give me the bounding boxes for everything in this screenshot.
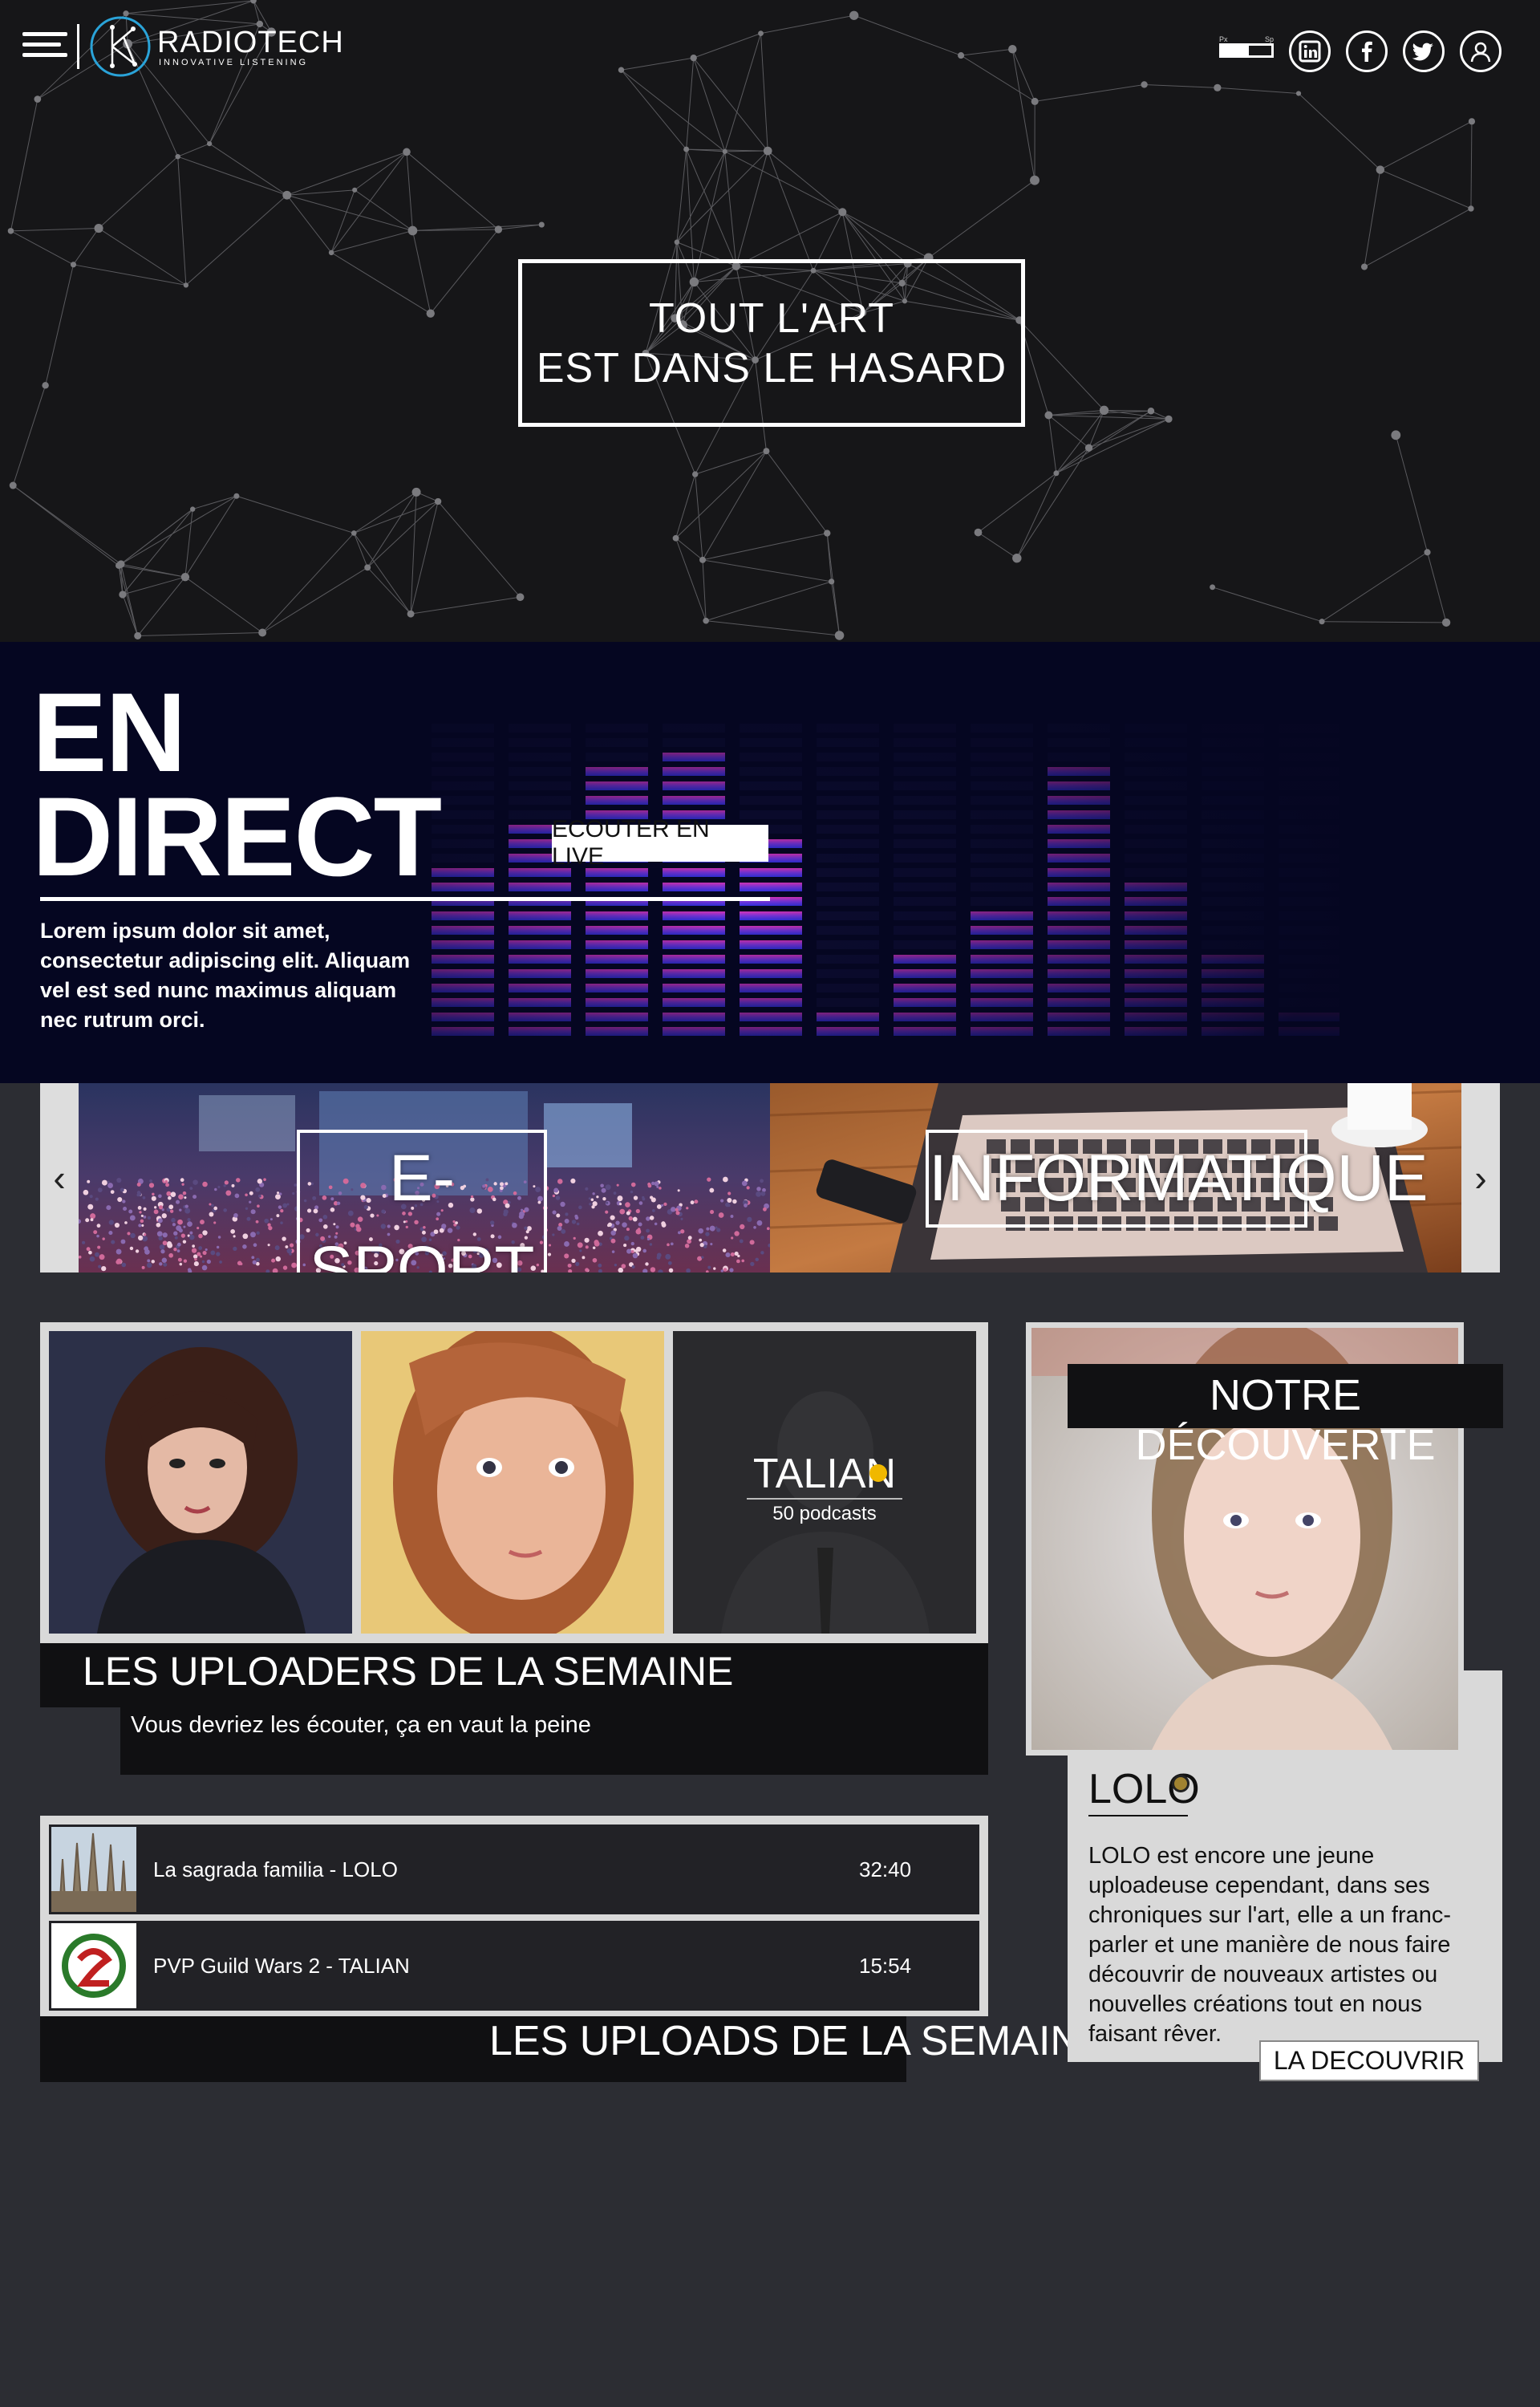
top-bar: RADIOTECH INNOVATIVE LISTENING Px Sp xyxy=(0,0,1540,96)
uploaders-subtitle: Vous devriez les écouter, ça en vaut la … xyxy=(131,1712,591,1738)
live-section: EN DIRECT ECOUTER EN LIVE Lorem ipsum do… xyxy=(0,642,1540,1083)
uploads-title: LES UPLOADS DE LA SEMAINE xyxy=(489,2018,1108,2064)
category-carousel: ‹ E-SPORT INFORMATIQUE › xyxy=(40,1083,1500,1273)
status-dot-icon xyxy=(869,1464,887,1482)
chevron-left-icon[interactable]: ‹ xyxy=(40,1083,79,1273)
volume-low-label: Px xyxy=(1219,35,1228,43)
uploader-photo-2[interactable] xyxy=(361,1331,664,1634)
discover-button[interactable]: LA DECOUVRIR xyxy=(1259,2040,1479,2081)
hero-slogan-line2: EST DANS LE HASARD xyxy=(536,344,1007,392)
category-esport[interactable]: E-SPORT xyxy=(79,1083,770,1273)
discovery-description: LOLO est encore une jeune uploadeuse cep… xyxy=(1088,1843,1452,2047)
hero-slogan-box: TOUT L'ART EST DANS LE HASARD xyxy=(518,259,1025,427)
upload-title: PVP Guild Wars 2 - TALIAN xyxy=(153,1953,410,1978)
list-item[interactable]: La sagrada familia - LOLO 32:40 xyxy=(49,1825,979,1914)
menu-divider xyxy=(77,24,79,69)
volume-track[interactable] xyxy=(1219,43,1274,58)
featured-uploader-count: 50 podcasts xyxy=(772,1503,877,1524)
category-informatique[interactable]: INFORMATIQUE xyxy=(770,1083,1461,1273)
hero-slogan-line1: TOUT L'ART xyxy=(648,294,894,342)
uploads-list: La sagrada familia - LOLO 32:40 PVP Guil… xyxy=(40,1816,988,2016)
upload-duration: 15:54 xyxy=(859,1953,912,1978)
user-account-icon[interactable] xyxy=(1460,30,1502,72)
discovery-label: NOTRE DÉCOUVERTE xyxy=(1135,1371,1436,1469)
radiotech-logo-icon[interactable] xyxy=(88,14,152,79)
live-title-line2: DIRECT xyxy=(32,773,442,899)
hamburger-menu-icon[interactable] xyxy=(22,32,67,64)
volume-fill xyxy=(1222,46,1250,55)
featured-uploader: TALIAN 50 podcasts xyxy=(673,1450,976,1525)
uploaders-title: LES UPLOADERS DE LA SEMAINE xyxy=(83,1649,734,1694)
upload-title: La sagrada familia - LOLO xyxy=(153,1857,398,1881)
live-title: EN DIRECT xyxy=(32,669,442,899)
facebook-icon[interactable] xyxy=(1346,30,1388,72)
sagrada-familia-thumbnail xyxy=(51,1827,136,1912)
uploader-photo-1[interactable] xyxy=(49,1331,352,1634)
brand-tagline: INNOVATIVE LISTENING xyxy=(159,58,309,67)
category-esport-label: E-SPORT xyxy=(297,1130,547,1273)
category-informatique-label: INFORMATIQUE xyxy=(926,1130,1429,1228)
uploaders-title-notch xyxy=(40,1707,120,1780)
live-divider xyxy=(40,897,770,901)
brand-name: RADIOTECH xyxy=(157,26,344,59)
volume-high-label: Sp xyxy=(1264,35,1274,43)
upload-duration: 32:40 xyxy=(859,1857,912,1881)
volume-slider[interactable]: Px Sp xyxy=(1219,35,1274,58)
uploaders-grid: TALIAN 50 podcasts xyxy=(40,1322,988,1643)
list-item[interactable]: PVP Guild Wars 2 - TALIAN 15:54 xyxy=(49,1921,979,2011)
chevron-right-icon[interactable]: › xyxy=(1461,1083,1500,1273)
twitter-icon[interactable] xyxy=(1403,30,1445,72)
linkedin-icon[interactable] xyxy=(1289,30,1331,72)
discovery-name-underline xyxy=(1088,1815,1188,1816)
guild-wars-thumbnail xyxy=(51,1923,136,2008)
listen-live-button[interactable]: ECOUTER EN LIVE xyxy=(552,816,768,870)
uploader-card-talian[interactable]: TALIAN 50 podcasts xyxy=(673,1331,976,1634)
live-description: Lorem ipsum dolor sit amet, consectetur … xyxy=(40,919,411,1032)
live-title-line1: EN xyxy=(32,669,186,795)
status-dot-icon xyxy=(1172,1775,1189,1792)
hero-section: RADIOTECH INNOVATIVE LISTENING Px Sp TOU… xyxy=(0,0,1540,642)
